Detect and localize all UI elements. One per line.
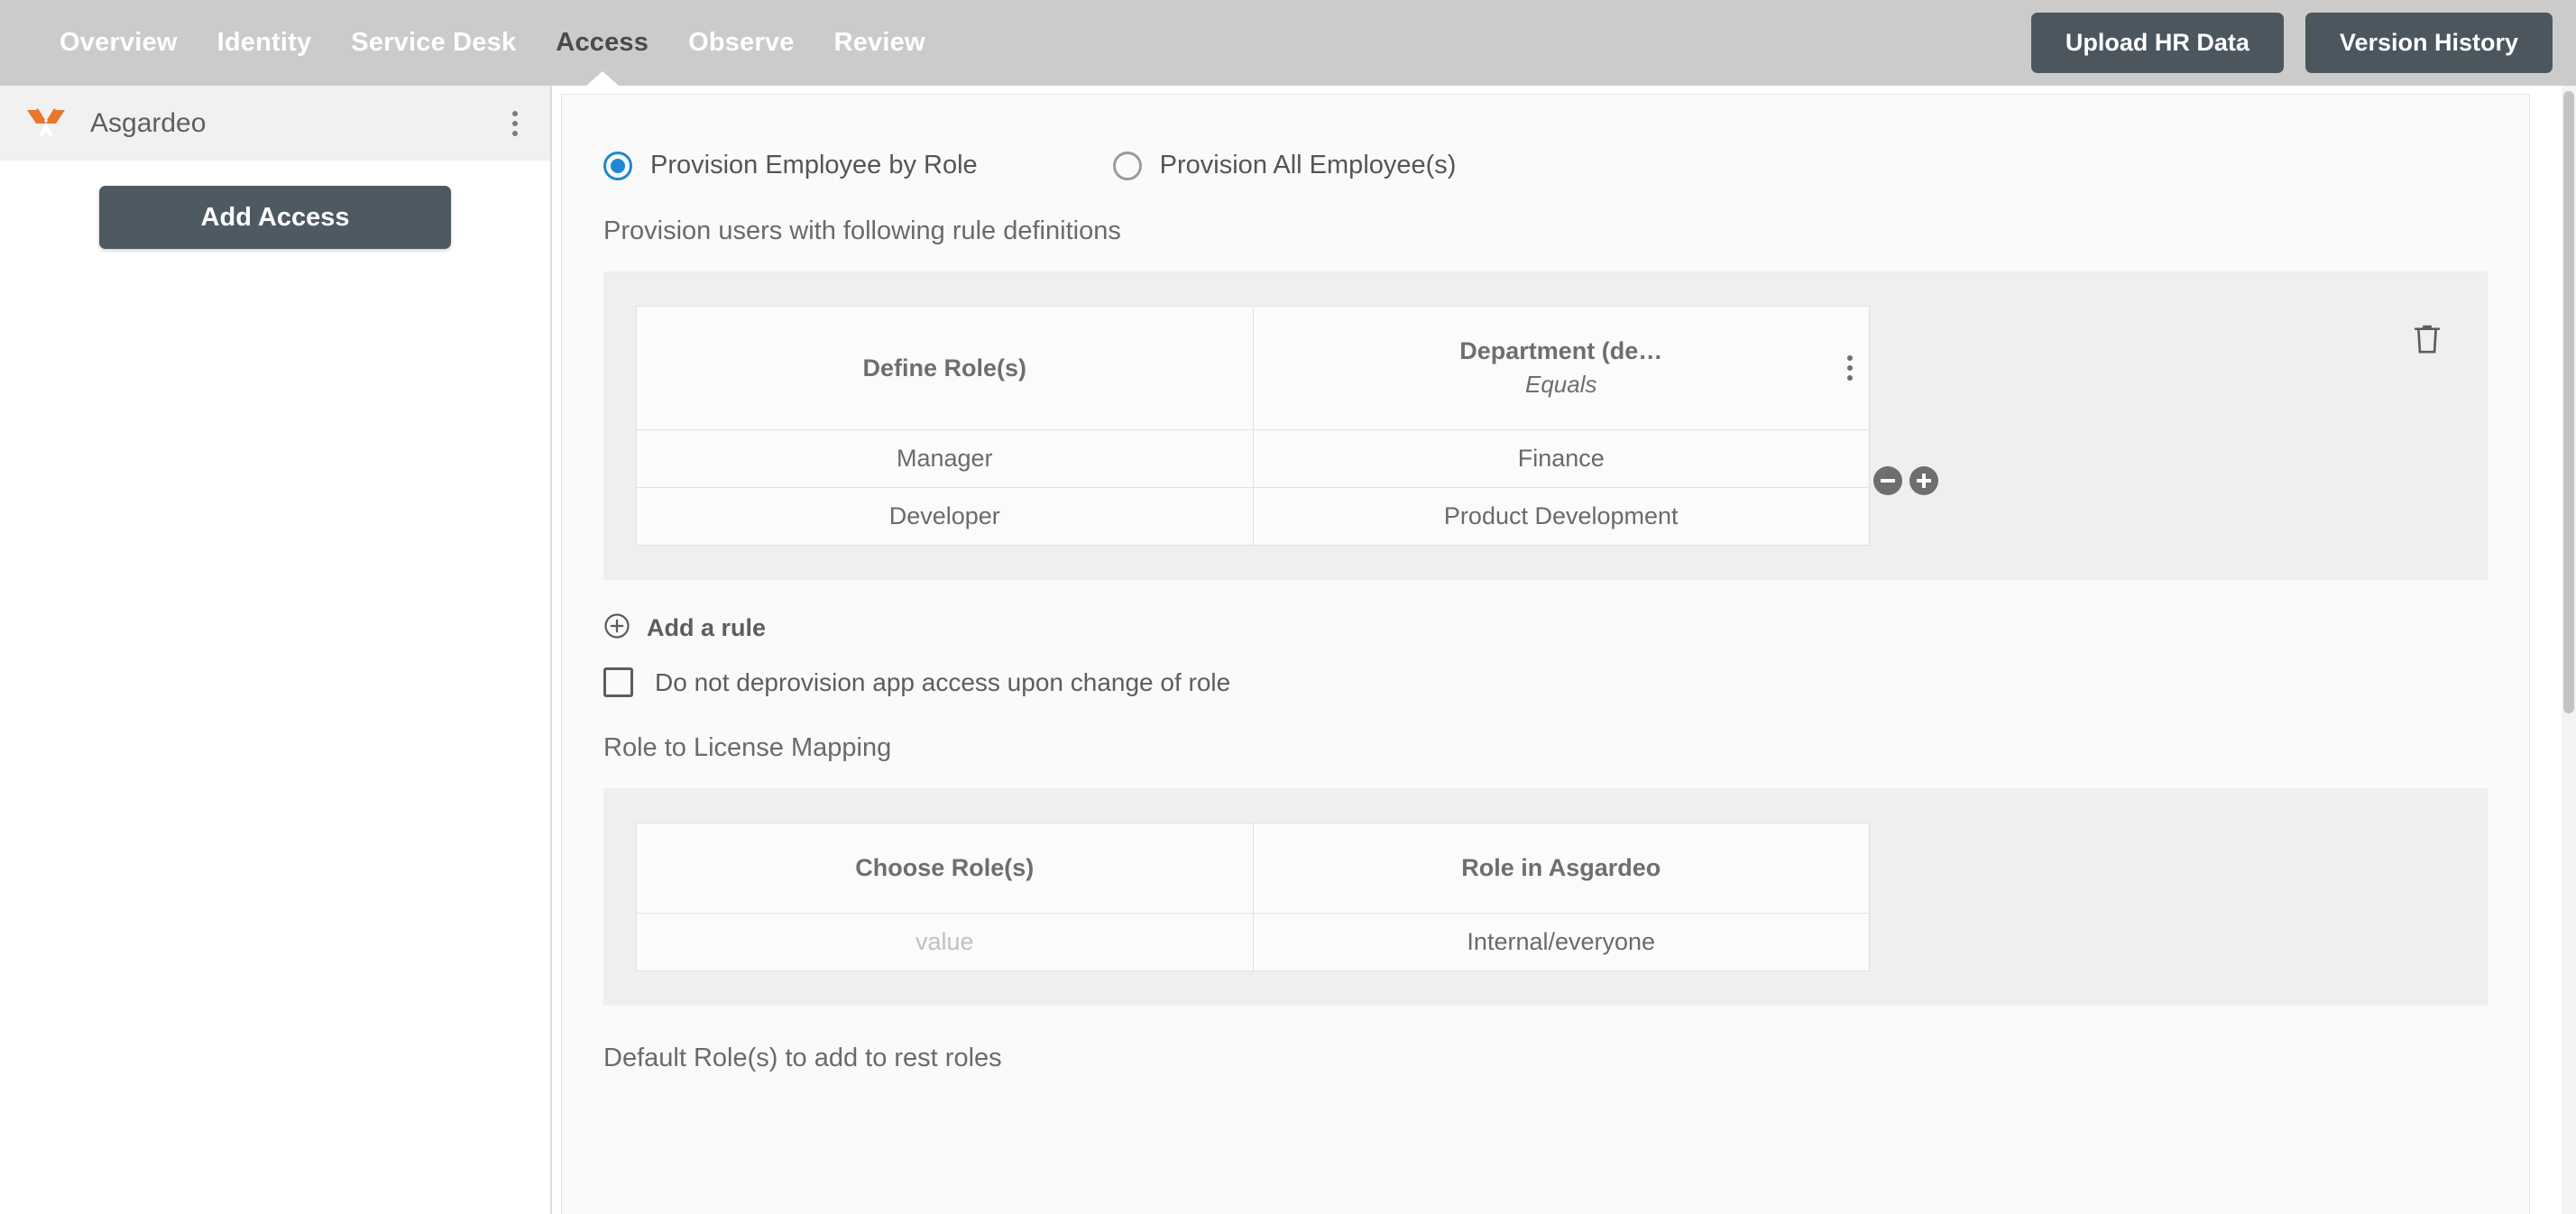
rules-col-define-roles-label: Define Role(s) (862, 354, 1027, 382)
sidebar: Asgardeo Add Access (0, 86, 552, 1214)
tab-review[interactable]: Review (814, 0, 945, 86)
sidebar-app-header[interactable]: Asgardeo (0, 86, 550, 161)
rules-col-department[interactable]: Department (de… Equals (1253, 306, 1870, 430)
rule-row-0-role[interactable]: Manager (636, 429, 1254, 488)
trash-icon[interactable] (2412, 322, 2443, 361)
rules-table-panel: Define Role(s) Department (de… Equals Ma… (603, 271, 2488, 580)
access-config-card: Provision Employee by Role Provision All… (561, 94, 2530, 1214)
add-access-button[interactable]: Add Access (99, 186, 451, 249)
radio-provision-all-employees-label: Provision All Employee(s) (1159, 151, 1457, 179)
main-scrollbar-thumb[interactable] (2563, 91, 2574, 713)
add-a-rule-label: Add a rule (647, 614, 767, 641)
kebab-menu-icon[interactable] (500, 104, 530, 143)
tab-observe[interactable]: Observe (668, 0, 814, 86)
asgardeo-logo-icon (25, 105, 67, 143)
top-navigation-bar: Overview Identity Service Desk Access Ob… (0, 0, 2576, 86)
license-mapping-heading: Role to License Mapping (603, 733, 892, 762)
tab-identity-label: Identity (216, 28, 312, 57)
rule-row-1-controls (1873, 466, 1938, 495)
license-row-0-role[interactable]: value (636, 913, 1254, 971)
tab-identity[interactable]: Identity (198, 0, 332, 86)
deprovision-checkbox-label: Do not deprovision app access upon chang… (655, 667, 1231, 696)
topbar-action-group: Upload HR Data Version History (2030, 0, 2553, 86)
rules-heading: Provision users with following rule defi… (603, 216, 1121, 245)
add-a-rule-button[interactable]: Add a rule (562, 580, 766, 644)
radio-provision-all-employees[interactable]: Provision All Employee(s) (1112, 151, 1457, 180)
rules-col-department-label: Department (de… (1459, 337, 1663, 364)
main-scrollbar-track[interactable] (2562, 86, 2576, 1214)
license-row-0-asgardeo-role[interactable]: Internal/everyone (1253, 913, 1870, 971)
default-roles-heading: Default Role(s) to add to rest roles (603, 1044, 1002, 1072)
radio-provision-employee-by-role-label: Provision Employee by Role (650, 151, 978, 179)
tab-overview[interactable]: Overview (40, 0, 198, 86)
upload-hr-data-button[interactable]: Upload HR Data (2030, 13, 2284, 73)
sidebar-app-name: Asgardeo (90, 107, 207, 138)
license-table-panel: Choose Role(s) Role in Asgardeo value In… (603, 788, 2488, 1006)
plus-circle-outline-icon (603, 612, 630, 644)
tab-access[interactable]: Access (536, 0, 668, 86)
active-tab-arrow-icon (585, 71, 619, 86)
main-content-area: Provision Employee by Role Provision All… (554, 86, 2576, 1214)
deprovision-checkbox-row[interactable]: Do not deprovision app access upon chang… (562, 644, 1230, 697)
rules-table-header-row: Define Role(s) Department (de… Equals (636, 306, 1870, 430)
nav-tab-list: Overview Identity Service Desk Access Ob… (40, 0, 945, 86)
license-col-role-in-asgardeo[interactable]: Role in Asgardeo (1253, 823, 1870, 914)
rules-col-department-operator: Equals (1525, 371, 1597, 398)
license-mapping-table: Choose Role(s) Role in Asgardeo value In… (636, 823, 1870, 971)
rules-col-define-roles[interactable]: Define Role(s) (636, 306, 1254, 430)
rule-row-0-department[interactable]: Finance (1253, 429, 1870, 488)
kebab-menu-icon[interactable] (1847, 355, 1853, 381)
rule-row-1-role[interactable]: Developer (636, 487, 1254, 546)
rule-row-1-department[interactable]: Product Development (1253, 487, 1870, 546)
tab-review-label: Review (833, 28, 925, 57)
radio-provision-employee-by-role[interactable]: Provision Employee by Role (603, 151, 978, 180)
license-col-choose-roles-label: Choose Role(s) (855, 854, 1035, 881)
radio-selected-icon (603, 151, 632, 180)
version-history-button[interactable]: Version History (2305, 13, 2553, 73)
table-row[interactable]: Manager Finance (636, 429, 1870, 488)
deprovision-checkbox[interactable] (603, 667, 633, 697)
table-row[interactable]: value Internal/everyone (636, 913, 1870, 971)
license-table-header-row: Choose Role(s) Role in Asgardeo (636, 823, 1870, 914)
tab-service-desk[interactable]: Service Desk (331, 0, 536, 86)
tab-observe-label: Observe (688, 28, 795, 57)
minus-circle-icon[interactable] (1873, 466, 1902, 495)
sidebar-body: Add Access (0, 161, 550, 249)
rules-table: Define Role(s) Department (de… Equals Ma… (636, 306, 1870, 546)
radio-unselected-icon (1112, 151, 1142, 180)
tab-overview-label: Overview (60, 28, 178, 57)
plus-circle-icon[interactable] (1909, 466, 1938, 495)
tab-service-desk-label: Service Desk (351, 28, 517, 57)
license-col-choose-roles[interactable]: Choose Role(s) (636, 823, 1254, 914)
tab-access-label: Access (556, 28, 649, 57)
table-row[interactable]: Developer Product Development (636, 487, 1870, 546)
provision-mode-radio-group: Provision Employee by Role Provision All… (562, 95, 2529, 180)
license-col-role-in-asgardeo-label: Role in Asgardeo (1461, 854, 1661, 881)
